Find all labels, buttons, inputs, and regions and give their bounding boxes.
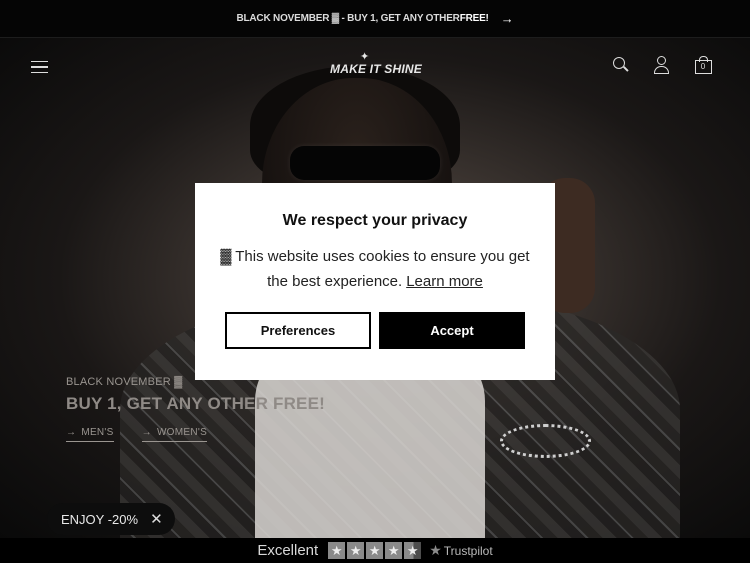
cookie-actions: Preferences Accept xyxy=(225,312,525,349)
accept-button[interactable]: Accept xyxy=(379,312,525,349)
cookie-text: ▓ This website uses cookies to ensure yo… xyxy=(220,248,530,290)
preferences-button[interactable]: Preferences xyxy=(225,312,371,349)
cookie-overlay: We respect your privacy ▓ This website u… xyxy=(0,0,750,563)
cookie-body: ▓ This website uses cookies to ensure yo… xyxy=(220,244,530,294)
cookie-title: We respect your privacy xyxy=(282,212,468,229)
cookie-modal: We respect your privacy ▓ This website u… xyxy=(195,183,555,380)
learn-more-link[interactable]: Learn more xyxy=(406,273,483,290)
